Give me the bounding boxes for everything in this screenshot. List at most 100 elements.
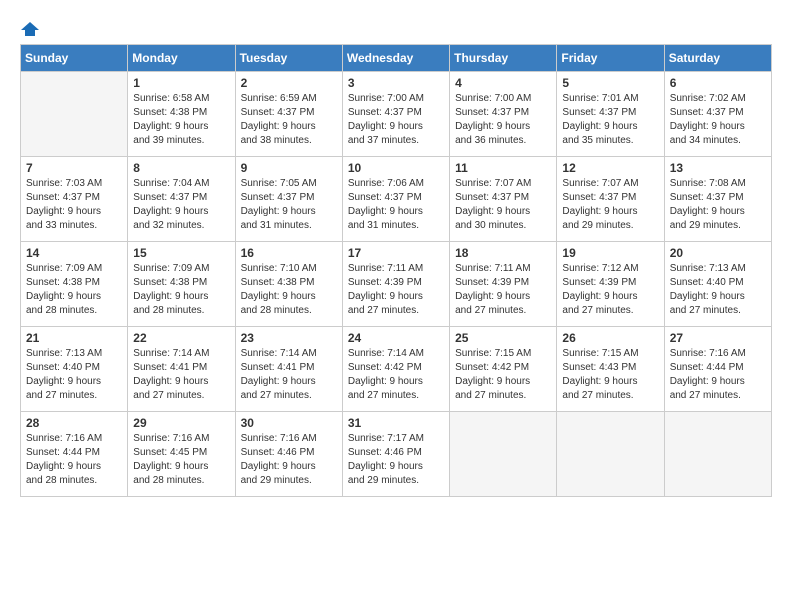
calendar-cell: 1Sunrise: 6:58 AMSunset: 4:38 PMDaylight… <box>128 72 235 157</box>
column-header-thursday: Thursday <box>450 45 557 72</box>
page-header <box>20 20 772 34</box>
calendar-cell: 11 Sunrise: 7:07 AMSunset: 4:37 PMDayligh… <box>450 157 557 242</box>
calendar-cell: 18 Sunrise: 7:11 AMSunset: 4:39 PMDayligh… <box>450 242 557 327</box>
calendar-cell <box>664 412 771 497</box>
calendar-header-row: SundayMondayTuesdayWednesdayThursdayFrid… <box>21 45 772 72</box>
day-number: 27 <box>670 331 766 345</box>
column-header-tuesday: Tuesday <box>235 45 342 72</box>
calendar-cell <box>557 412 664 497</box>
cell-info: Sunrise: 7:15 AMSunset: 4:43 PMDaylight:… <box>562 347 658 403</box>
cell-info: Sunrise: 7:09 AMSunset: 4:38 PMDaylight:… <box>26 262 122 318</box>
day-number: 29 <box>133 416 229 430</box>
calendar-cell: 3 Sunrise: 7:00 AMSunset: 4:37 PMDaylight… <box>342 72 449 157</box>
calendar-cell: 19Sunrise: 7:12 AMSunset: 4:39 PMDayligh… <box>557 242 664 327</box>
day-number: 28 <box>26 416 122 430</box>
calendar-cell: 14 Sunrise: 7:09 AMSunset: 4:38 PMDayligh… <box>21 242 128 327</box>
day-number: 4 <box>455 76 551 90</box>
calendar-body: 1Sunrise: 6:58 AMSunset: 4:38 PMDaylight… <box>21 72 772 497</box>
day-number: 2 <box>241 76 337 90</box>
cell-info: Sunrise: 7:10 AMSunset: 4:38 PMDaylight:… <box>241 262 337 318</box>
cell-info: Sunrise: 7:03 AMSunset: 4:37 PMDaylight:… <box>26 177 122 233</box>
cell-info: Sunrise: 6:59 AMSunset: 4:37 PMDaylight:… <box>241 92 337 148</box>
cell-info: Sunrise: 7:05 AMSunset: 4:37 PMDaylight:… <box>241 177 337 233</box>
cell-info: Sunrise: 7:16 AMSunset: 4:46 PMDaylight:… <box>241 432 337 488</box>
day-number: 24 <box>348 331 444 345</box>
calendar-cell: 12 Sunrise: 7:07 AMSunset: 4:37 PMDayligh… <box>557 157 664 242</box>
day-number: 9 <box>241 161 337 175</box>
cell-info: Sunrise: 7:06 AMSunset: 4:37 PMDaylight:… <box>348 177 444 233</box>
cell-info: Sunrise: 7:11 AMSunset: 4:39 PMDaylight:… <box>455 262 551 318</box>
calendar-cell: 6Sunrise: 7:02 AMSunset: 4:37 PMDaylight… <box>664 72 771 157</box>
day-number: 18 <box>455 246 551 260</box>
calendar-cell: 22 Sunrise: 7:14 AMSunset: 4:41 PMDayligh… <box>128 327 235 412</box>
day-number: 3 <box>348 76 444 90</box>
cell-info: Sunrise: 7:07 AMSunset: 4:37 PMDaylight:… <box>455 177 551 233</box>
day-number: 7 <box>26 161 122 175</box>
day-number: 17 <box>348 246 444 260</box>
day-number: 23 <box>241 331 337 345</box>
calendar-cell: 4 Sunrise: 7:00 AMSunset: 4:37 PMDaylight… <box>450 72 557 157</box>
week-row-2: 7 Sunrise: 7:03 AMSunset: 4:37 PMDaylight… <box>21 157 772 242</box>
day-number: 5 <box>562 76 658 90</box>
cell-info: Sunrise: 7:14 AMSunset: 4:41 PMDaylight:… <box>241 347 337 403</box>
calendar-cell: 31 Sunrise: 7:17 AMSunset: 4:46 PMDayligh… <box>342 412 449 497</box>
day-number: 12 <box>562 161 658 175</box>
cell-info: Sunrise: 7:00 AMSunset: 4:37 PMDaylight:… <box>455 92 551 148</box>
column-header-saturday: Saturday <box>664 45 771 72</box>
calendar-cell: 25Sunrise: 7:15 AMSunset: 4:42 PMDayligh… <box>450 327 557 412</box>
cell-info: Sunrise: 7:00 AMSunset: 4:37 PMDaylight:… <box>348 92 444 148</box>
day-number: 30 <box>241 416 337 430</box>
calendar-cell: 26 Sunrise: 7:15 AMSunset: 4:43 PMDayligh… <box>557 327 664 412</box>
calendar-cell: 16 Sunrise: 7:10 AMSunset: 4:38 PMDayligh… <box>235 242 342 327</box>
day-number: 8 <box>133 161 229 175</box>
cell-info: Sunrise: 7:08 AMSunset: 4:37 PMDaylight:… <box>670 177 766 233</box>
calendar-cell: 29 Sunrise: 7:16 AMSunset: 4:45 PMDayligh… <box>128 412 235 497</box>
day-number: 6 <box>670 76 766 90</box>
day-number: 22 <box>133 331 229 345</box>
cell-info: Sunrise: 7:09 AMSunset: 4:38 PMDaylight:… <box>133 262 229 318</box>
cell-info: Sunrise: 6:58 AMSunset: 4:38 PMDaylight:… <box>133 92 229 148</box>
cell-info: Sunrise: 7:17 AMSunset: 4:46 PMDaylight:… <box>348 432 444 488</box>
cell-info: Sunrise: 7:16 AMSunset: 4:44 PMDaylight:… <box>26 432 122 488</box>
cell-info: Sunrise: 7:16 AMSunset: 4:45 PMDaylight:… <box>133 432 229 488</box>
calendar-cell: 7 Sunrise: 7:03 AMSunset: 4:37 PMDaylight… <box>21 157 128 242</box>
calendar-cell: 27 Sunrise: 7:16 AMSunset: 4:44 PMDayligh… <box>664 327 771 412</box>
calendar-cell: 9 Sunrise: 7:05 AMSunset: 4:37 PMDaylight… <box>235 157 342 242</box>
column-header-monday: Monday <box>128 45 235 72</box>
day-number: 16 <box>241 246 337 260</box>
day-number: 10 <box>348 161 444 175</box>
week-row-3: 14 Sunrise: 7:09 AMSunset: 4:38 PMDayligh… <box>21 242 772 327</box>
calendar-cell <box>450 412 557 497</box>
column-header-wednesday: Wednesday <box>342 45 449 72</box>
day-number: 19 <box>562 246 658 260</box>
calendar-cell: 8 Sunrise: 7:04 AMSunset: 4:37 PMDaylight… <box>128 157 235 242</box>
day-number: 15 <box>133 246 229 260</box>
calendar-cell <box>21 72 128 157</box>
calendar-cell: 2 Sunrise: 6:59 AMSunset: 4:37 PMDaylight… <box>235 72 342 157</box>
week-row-1: 1Sunrise: 6:58 AMSunset: 4:38 PMDaylight… <box>21 72 772 157</box>
day-number: 13 <box>670 161 766 175</box>
calendar-cell: 13 Sunrise: 7:08 AMSunset: 4:37 PMDayligh… <box>664 157 771 242</box>
cell-info: Sunrise: 7:14 AMSunset: 4:41 PMDaylight:… <box>133 347 229 403</box>
cell-info: Sunrise: 7:14 AMSunset: 4:42 PMDaylight:… <box>348 347 444 403</box>
cell-info: Sunrise: 7:13 AMSunset: 4:40 PMDaylight:… <box>670 262 766 318</box>
week-row-5: 28 Sunrise: 7:16 AMSunset: 4:44 PMDayligh… <box>21 412 772 497</box>
day-number: 11 <box>455 161 551 175</box>
day-number: 31 <box>348 416 444 430</box>
day-number: 26 <box>562 331 658 345</box>
calendar-cell: 30 Sunrise: 7:16 AMSunset: 4:46 PMDayligh… <box>235 412 342 497</box>
calendar-cell: 15 Sunrise: 7:09 AMSunset: 4:38 PMDayligh… <box>128 242 235 327</box>
column-header-sunday: Sunday <box>21 45 128 72</box>
cell-info: Sunrise: 7:16 AMSunset: 4:44 PMDaylight:… <box>670 347 766 403</box>
cell-info: Sunrise: 7:04 AMSunset: 4:37 PMDaylight:… <box>133 177 229 233</box>
cell-info: Sunrise: 7:11 AMSunset: 4:39 PMDaylight:… <box>348 262 444 318</box>
cell-info: Sunrise: 7:07 AMSunset: 4:37 PMDaylight:… <box>562 177 658 233</box>
calendar-cell: 5Sunrise: 7:01 AMSunset: 4:37 PMDaylight… <box>557 72 664 157</box>
calendar-cell: 20Sunrise: 7:13 AMSunset: 4:40 PMDayligh… <box>664 242 771 327</box>
day-number: 14 <box>26 246 122 260</box>
column-header-friday: Friday <box>557 45 664 72</box>
cell-info: Sunrise: 7:15 AMSunset: 4:42 PMDaylight:… <box>455 347 551 403</box>
week-row-4: 21Sunrise: 7:13 AMSunset: 4:40 PMDayligh… <box>21 327 772 412</box>
calendar-cell: 21Sunrise: 7:13 AMSunset: 4:40 PMDayligh… <box>21 327 128 412</box>
calendar-cell: 23 Sunrise: 7:14 AMSunset: 4:41 PMDayligh… <box>235 327 342 412</box>
